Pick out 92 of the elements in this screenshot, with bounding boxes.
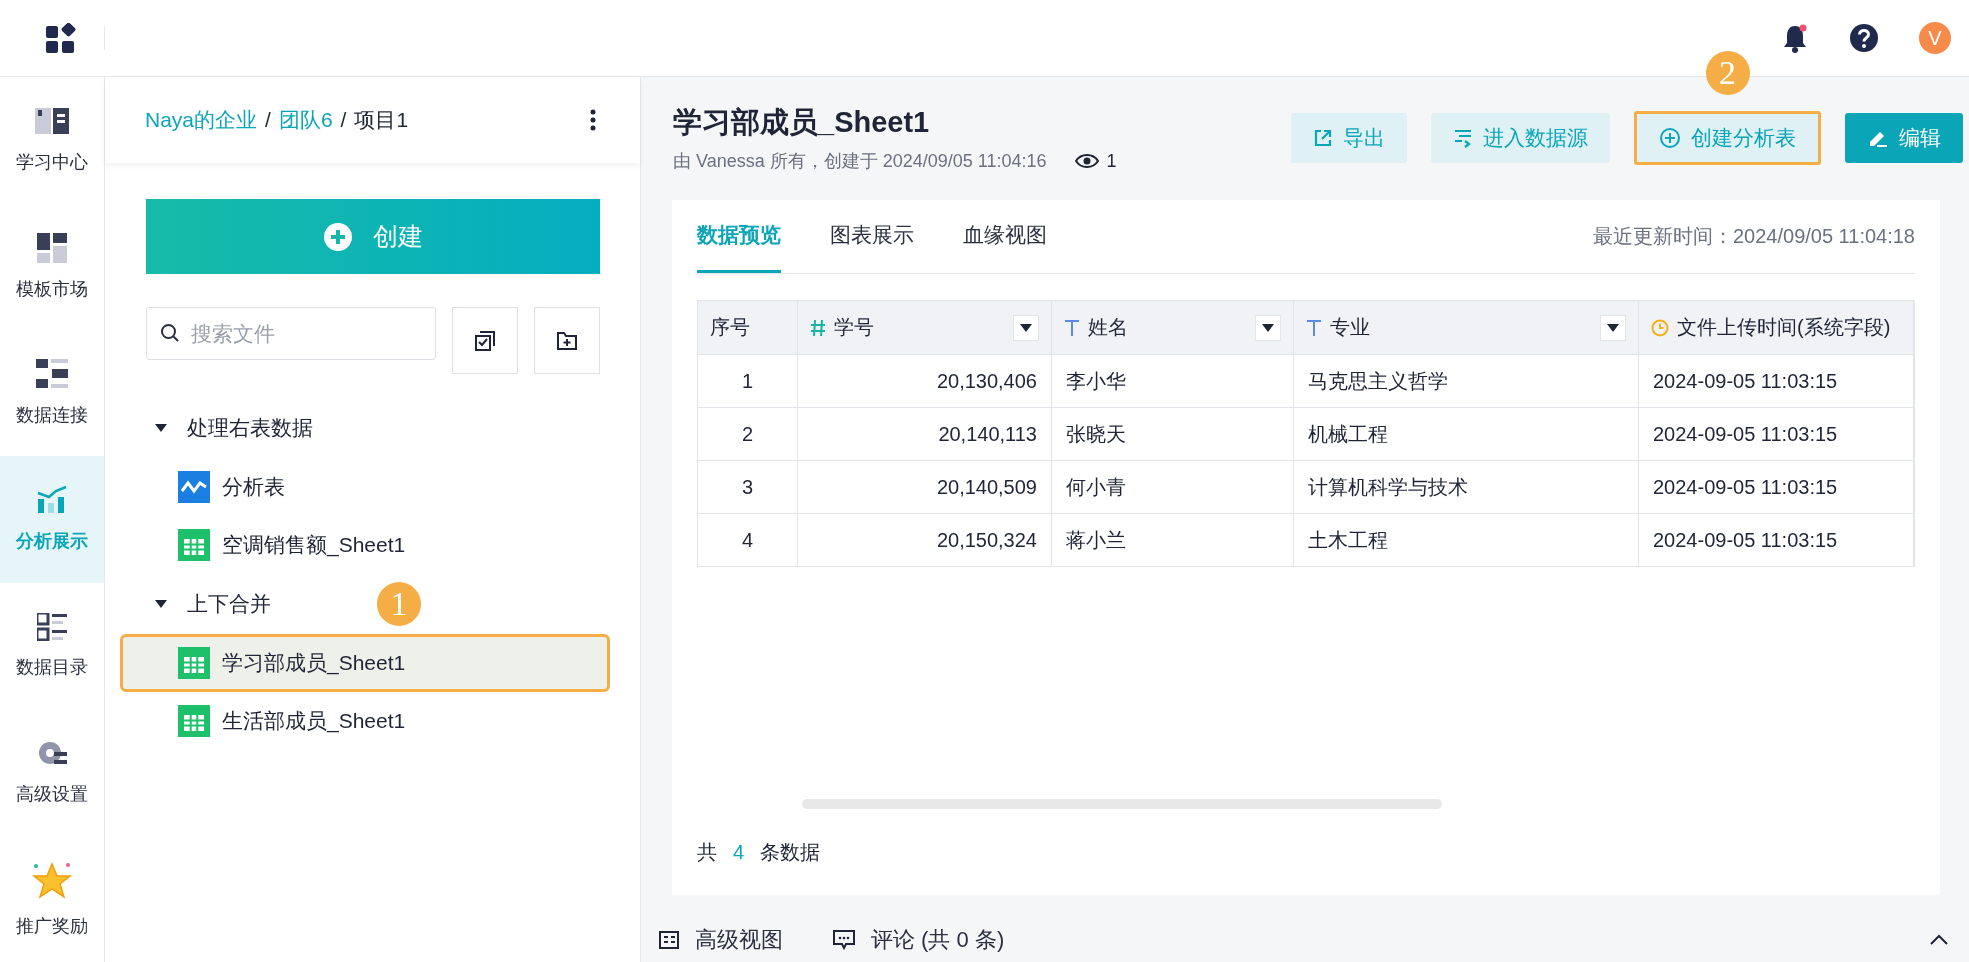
- step-marker: 1: [377, 582, 421, 626]
- nav-item[interactable]: 高级设置: [0, 709, 104, 836]
- table-cell: 20,130,406: [798, 354, 1052, 407]
- book-icon: [35, 106, 69, 137]
- expand-caret-icon[interactable]: [155, 600, 167, 608]
- breadcrumb-separator: /: [340, 108, 347, 132]
- column-header: 学号: [798, 301, 1052, 354]
- spreadsheet-icon: [178, 529, 210, 561]
- bottom-tab[interactable]: 高级视图: [659, 925, 783, 955]
- search-field[interactable]: 搜索文件: [146, 307, 436, 360]
- nav-item[interactable]: 学习中心: [0, 77, 104, 204]
- bell-icon[interactable]: [1781, 23, 1809, 53]
- plus-circle-icon: [323, 221, 353, 252]
- comment-icon: [833, 930, 855, 950]
- checkbox-stack-icon: [474, 329, 496, 352]
- table-cell: 4: [698, 513, 798, 566]
- table-cell: 张晓天: [1052, 407, 1294, 460]
- apps-icon[interactable]: [46, 23, 78, 53]
- kebab-icon: [590, 109, 596, 131]
- breadcrumb-separator: /: [265, 108, 271, 132]
- spreadsheet-icon: [178, 705, 210, 737]
- hash-icon: [810, 318, 826, 337]
- breadcrumb-current: 项目1: [354, 107, 409, 133]
- table-cell: 2024-09-05 11:03:15: [1639, 460, 1914, 513]
- plus-circle-icon: [1659, 127, 1681, 149]
- sheet-title: 学习部成员_Sheet1: [673, 105, 931, 140]
- new-folder-button[interactable]: [534, 307, 600, 374]
- file-item[interactable]: 分析表: [120, 458, 610, 516]
- footer-text: 共: [697, 839, 717, 865]
- folder-plus-icon: [556, 330, 578, 351]
- owner-info: 由 Vanessa 所有，创建于 2024/09/05 11:04:16: [673, 150, 1047, 173]
- column-header: 文件上传时间(系统字段): [1639, 301, 1914, 354]
- share-icon: [1313, 128, 1333, 148]
- list-arrow-icon: [1453, 128, 1473, 148]
- table-cell: 李小华: [1052, 354, 1294, 407]
- layout-icon: [37, 232, 67, 263]
- nav-item[interactable]: 数据连接: [0, 329, 104, 457]
- eye-icon: [1074, 153, 1099, 169]
- search-icon: [160, 323, 180, 343]
- file-item[interactable]: 生活部成员_Sheet1: [120, 692, 610, 750]
- column-header: 序号: [698, 301, 798, 354]
- table-cell: 2: [698, 407, 798, 460]
- last-updated: 最近更新时间：2024/09/05 11:04:18: [1592, 224, 1915, 249]
- bottom-tab[interactable]: 评论 (共 0 条): [833, 925, 1005, 955]
- table-cell: 3: [698, 460, 798, 513]
- view-tab[interactable]: 图表展示: [830, 200, 914, 273]
- table-cell: 马克思主义哲学: [1294, 354, 1639, 407]
- caret-icon: [1262, 323, 1274, 332]
- caret-icon: [1607, 323, 1619, 332]
- nav-item[interactable]: 推广奖励: [0, 835, 104, 962]
- line-chart-icon: [178, 471, 210, 503]
- connection-icon: [36, 359, 68, 390]
- footer-text: 条数据: [760, 839, 821, 865]
- step-marker: 2: [1705, 51, 1750, 95]
- nav-item[interactable]: 模板市场: [0, 203, 104, 330]
- file-item[interactable]: 学习部成员_Sheet1: [120, 634, 610, 692]
- nav-item[interactable]: 数据目录: [0, 582, 104, 710]
- text-type-icon: [1306, 318, 1322, 337]
- table-cell: 2024-09-05 11:03:15: [1639, 354, 1914, 407]
- table-cell: 2024-09-05 11:03:15: [1639, 513, 1914, 566]
- collapse-chevron-icon[interactable]: [1929, 934, 1949, 946]
- expand-caret-icon[interactable]: [155, 424, 167, 432]
- column-menu-button[interactable]: [1600, 314, 1626, 341]
- row-count: 4: [733, 840, 745, 864]
- folder-label[interactable]: 处理右表数据: [187, 414, 313, 442]
- table-cell: 机械工程: [1294, 407, 1639, 460]
- file-item[interactable]: 空调销售额_Sheet1: [120, 516, 610, 574]
- table-cell: 20,140,509: [798, 460, 1052, 513]
- table-cell: 何小青: [1052, 460, 1294, 513]
- batch-select-button[interactable]: [452, 307, 518, 374]
- column-header: 专业: [1294, 301, 1639, 354]
- table-cell: 1: [698, 354, 798, 407]
- table-cell: 蒋小兰: [1052, 513, 1294, 566]
- table-cell: 2024-09-05 11:03:15: [1639, 407, 1914, 460]
- list-icon: [37, 612, 67, 641]
- panel-icon: [659, 931, 679, 949]
- table-cell: 20,140,113: [798, 407, 1052, 460]
- table-cell: 计算机科学与技术: [1294, 460, 1639, 513]
- text-type-icon: [1064, 318, 1080, 337]
- spreadsheet-icon: [178, 647, 210, 679]
- folder-label[interactable]: 上下合并: [187, 590, 271, 618]
- table-cell: 20,150,324: [798, 513, 1052, 566]
- column-menu-button[interactable]: [1013, 314, 1039, 341]
- chart-icon: [36, 485, 68, 516]
- view-tab[interactable]: 血缘视图: [963, 200, 1047, 273]
- column-header: 姓名: [1052, 301, 1294, 354]
- view-count: 1: [1106, 150, 1117, 172]
- table-cell: 土木工程: [1294, 513, 1639, 566]
- column-menu-button[interactable]: [1255, 314, 1281, 341]
- help-icon[interactable]: [1849, 23, 1879, 53]
- caret-icon: [1020, 323, 1032, 332]
- clock-icon: [1651, 318, 1669, 337]
